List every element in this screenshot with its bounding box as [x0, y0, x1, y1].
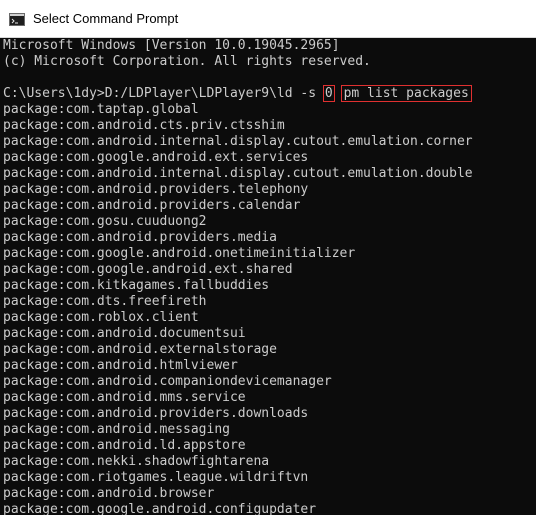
package-line: package:com.android.providers.media	[3, 230, 277, 245]
package-line: package:com.google.android.configupdater	[3, 502, 317, 515]
package-line: package:com.android.documentsui	[3, 326, 246, 341]
title-bar[interactable]: Select Command Prompt	[0, 0, 536, 38]
package-line: package:com.google.android.ext.shared	[3, 262, 293, 277]
package-line: package:com.android.providers.telephony	[3, 182, 309, 197]
device-index-highlight: 0	[322, 85, 335, 102]
package-line: package:com.android.internal.display.cut…	[3, 166, 473, 181]
package-list: package:com.taptap.global package:com.and…	[3, 102, 536, 515]
package-line: package:com.kitkagames.fallbuddies	[3, 278, 270, 293]
package-line: package:com.gosu.cuuduong2	[3, 214, 207, 229]
package-line: package:com.android.internal.display.cut…	[3, 134, 473, 149]
command-prompt-window: Select Command Prompt Microsoft Windows …	[0, 0, 536, 515]
window-title: Select Command Prompt	[33, 11, 179, 26]
console-output[interactable]: Microsoft Windows [Version 10.0.19045.29…	[0, 38, 536, 515]
command-line: C:\Users\1dy>D:/LDPlayer\LDPlayer9\ld -s…	[3, 85, 536, 102]
package-line: package:com.android.browser	[3, 486, 215, 501]
package-line: package:com.android.providers.calendar	[3, 198, 301, 213]
package-line: package:com.android.cts.priv.ctsshim	[3, 118, 285, 133]
package-line: package:com.android.externalstorage	[3, 342, 277, 357]
package-line: package:com.nekki.shadowfightarena	[3, 454, 270, 469]
console-header-line: (c) Microsoft Corporation. All rights re…	[3, 54, 371, 69]
package-line: package:com.android.ld.appstore	[3, 438, 246, 453]
package-line: package:com.android.mms.service	[3, 390, 246, 405]
package-line: package:com.android.providers.downloads	[3, 406, 309, 421]
package-line: package:com.taptap.global	[3, 102, 199, 117]
command-highlight: pm list packages	[340, 85, 472, 102]
package-line: package:com.android.htmlviewer	[3, 358, 238, 373]
package-line: package:com.riotgames.league.wildriftvn	[3, 470, 309, 485]
package-line: package:com.android.messaging	[3, 422, 230, 437]
package-line: package:com.android.companiondevicemanag…	[3, 374, 332, 389]
package-line: package:com.google.android.ext.services	[3, 150, 309, 165]
package-line: package:com.roblox.client	[3, 310, 199, 325]
console-header-line: Microsoft Windows [Version 10.0.19045.29…	[3, 38, 340, 53]
package-line: package:com.dts.freefireth	[3, 294, 207, 309]
console-icon	[9, 13, 25, 26]
command-prompt: C:\Users\1dy>D:/LDPlayer\LDPlayer9\ld -s	[3, 86, 324, 101]
package-line: package:com.google.android.onetimeinitia…	[3, 246, 356, 261]
